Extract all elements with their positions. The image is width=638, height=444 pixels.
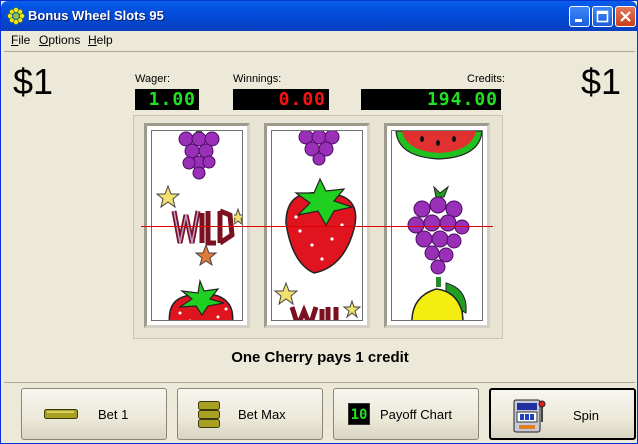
wager-label: Wager:	[135, 73, 171, 85]
menu-help[interactable]: Help	[88, 33, 113, 47]
right-bet-display: $1	[581, 61, 622, 102]
wager-display: 1.00	[135, 89, 199, 110]
spin-button[interactable]: Spin	[489, 388, 636, 440]
payline	[141, 226, 493, 227]
credits-display: 194.00	[361, 89, 501, 110]
menu-file[interactable]: File	[11, 33, 30, 47]
app-logo-icon	[7, 7, 25, 25]
menu-options[interactable]: Options	[39, 33, 80, 47]
strawberry-icon	[168, 278, 234, 320]
status-message: One Cherry pays 1 credit	[231, 349, 409, 366]
winnings-display: 0.00	[233, 89, 329, 110]
payoff-chart-label: Payoff Chart	[380, 407, 453, 422]
grapes-icon	[407, 185, 470, 275]
coin-icon	[44, 409, 78, 419]
lemon-icon	[411, 277, 467, 320]
bet-max-label: Bet Max	[238, 407, 286, 422]
payoff-chart-icon: 10	[348, 403, 370, 425]
watermelon-icon	[395, 131, 482, 160]
menu-bar: File Options Help	[3, 31, 635, 50]
slot-machine-icon	[513, 396, 547, 434]
window-title: Bonus Wheel Slots 95	[28, 8, 164, 23]
left-bet-display: $1	[13, 61, 54, 102]
app-window: Bonus Wheel Slots 95 File Options Help $…	[0, 0, 638, 444]
winnings-label: Winnings:	[233, 73, 282, 85]
minimize-button[interactable]	[569, 6, 590, 27]
bet-one-button[interactable]: Bet 1	[21, 388, 167, 440]
wild-bonus-icon	[273, 281, 362, 320]
spin-label: Spin	[573, 408, 600, 423]
payoff-chart-button[interactable]: 10 Payoff Chart	[333, 388, 479, 440]
credits-label: Credits:	[467, 73, 505, 85]
maximize-button[interactable]	[592, 6, 613, 27]
grapes-icon	[298, 131, 340, 166]
close-button[interactable]	[615, 6, 636, 27]
bet-max-button[interactable]: Bet Max	[177, 388, 323, 440]
coin-stack-icon	[198, 401, 220, 429]
title-bar[interactable]: Bonus Wheel Slots 95	[1, 1, 637, 31]
bet-one-label: Bet 1	[98, 407, 129, 422]
grapes-icon	[178, 131, 220, 180]
